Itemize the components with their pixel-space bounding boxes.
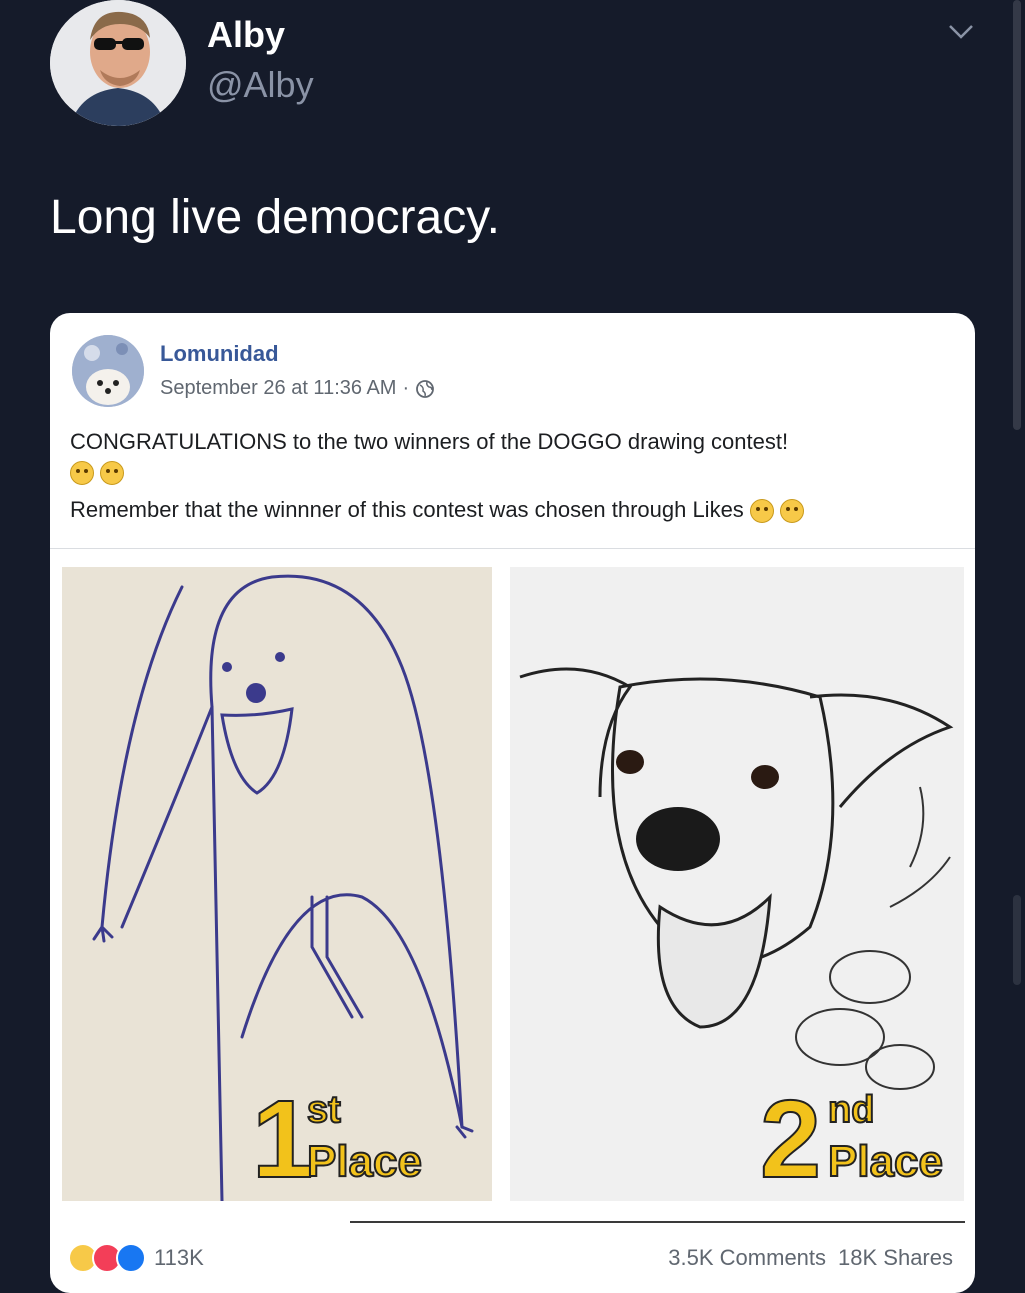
drawing-first-place[interactable]: 1 st Place (62, 567, 492, 1201)
chevron-down-icon[interactable] (948, 22, 974, 42)
divider (50, 548, 975, 549)
reactions-summary[interactable]: 113K (68, 1243, 204, 1273)
second-place-ordinal: nd (827, 1088, 875, 1132)
post-timestamp[interactable]: September 26 at 11:36 AM (160, 377, 396, 400)
second-place-label: 2 nd Place (759, 1084, 944, 1196)
sketch-dog-image (510, 567, 964, 1201)
post-text-line-1: CONGRATULATIONS to the two winners of th… (70, 429, 789, 454)
post-stats: 3.5K Comments 18K Shares (668, 1245, 953, 1271)
scrollbar-track-segment (1013, 895, 1021, 985)
second-place-word: Place (827, 1136, 944, 1187)
post-meta: September 26 at 11:36 AM · (160, 377, 435, 400)
first-place-label: 1 st Place (251, 1084, 423, 1196)
worried-face-icon (780, 499, 805, 524)
first-place-word: Place (306, 1136, 423, 1187)
page-name[interactable]: Lomunidad (160, 341, 279, 367)
post-text-line-2-text: Remember that the winnner of this contes… (70, 497, 744, 522)
author-name[interactable]: Alby (207, 14, 285, 56)
scrollbar[interactable] (1013, 0, 1021, 430)
grinning-cat-icon (70, 461, 94, 486)
globe-icon (416, 379, 435, 398)
footer-divider (350, 1221, 965, 1223)
worried-face-icon (749, 499, 774, 524)
page-avatar[interactable] (72, 335, 144, 407)
author-avatar[interactable] (50, 0, 186, 126)
post-emoji-row (70, 459, 125, 486)
meta-separator: · (402, 377, 410, 399)
comments-count[interactable]: 3.5K Comments (668, 1245, 826, 1271)
drawing-second-place[interactable]: 2 nd Place (510, 567, 964, 1201)
tweet-header: Alby @Alby (50, 0, 990, 130)
shares-count[interactable]: 18K Shares (838, 1245, 953, 1271)
embedded-facebook-post[interactable]: Lomunidad September 26 at 11:36 AM · CON… (50, 313, 975, 1293)
author-handle[interactable]: @Alby (207, 64, 314, 106)
first-place-ordinal: st (306, 1088, 342, 1132)
grinning-cat-icon (100, 461, 125, 486)
like-reaction-icon (116, 1243, 146, 1273)
post-text-line-2: Remember that the winnner of this contes… (70, 497, 805, 524)
reaction-count[interactable]: 113K (154, 1245, 204, 1271)
tweet-text: Long live democracy. (50, 191, 500, 244)
second-place-number: 2 (759, 1078, 822, 1201)
first-place-number: 1 (251, 1078, 314, 1201)
